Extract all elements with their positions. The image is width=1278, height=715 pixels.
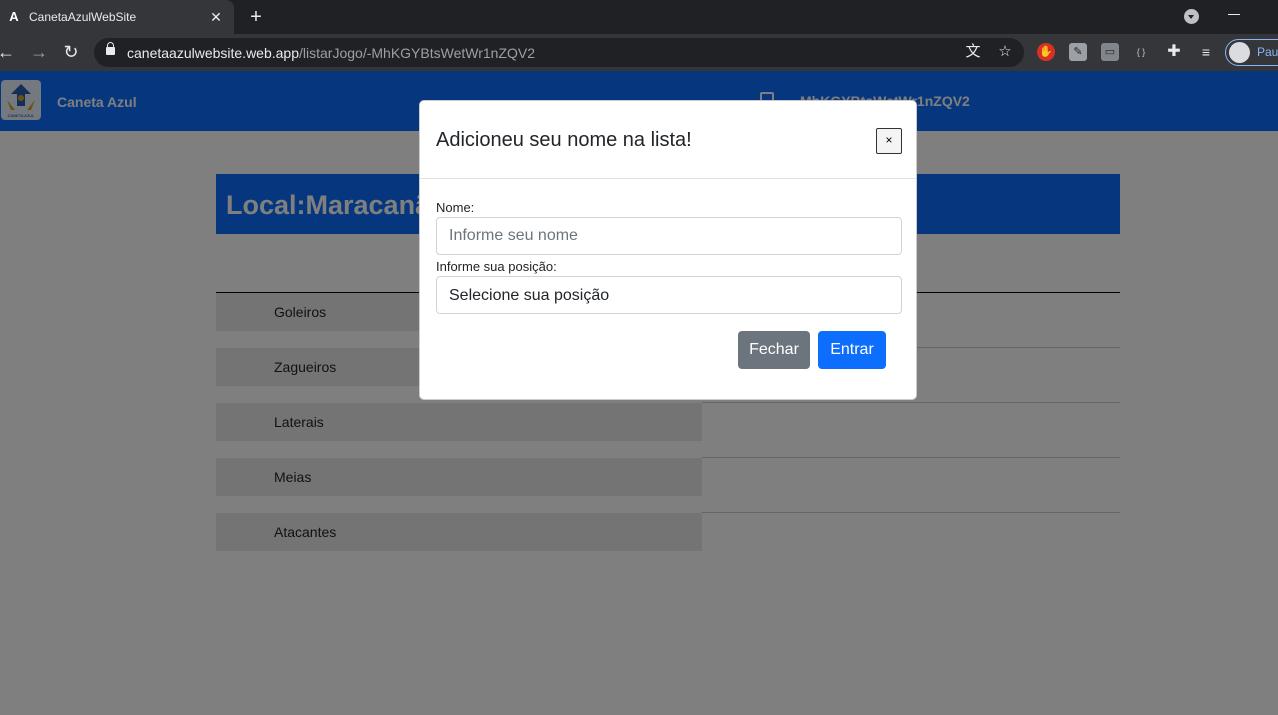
browser-tab[interactable]: A CanetaAzulWebSite ✕ [0,0,234,34]
angular-favicon-icon: A [9,9,19,24]
close-button[interactable]: Fechar [738,331,810,369]
translate-icon[interactable]: 文 [965,44,981,60]
puzzle-icon[interactable]: ✚ [1165,43,1183,61]
profile-label: Paus [1257,45,1278,59]
profile-button[interactable]: Paus [1225,39,1278,66]
adblock-extension-icon[interactable]: ✋ [1037,43,1055,61]
code-extension-icon[interactable]: { } [1132,43,1150,61]
url-path: /listarJogo/-MhKGYBtsWetWr1nZQV2 [299,45,536,61]
add-name-modal: Adicioneu seu nome na lista! × Nome: Inf… [419,100,917,400]
tab-search-icon[interactable] [1184,9,1199,24]
lock-icon[interactable] [106,42,115,55]
media-control-icon[interactable]: ≡ [1197,43,1215,61]
star-icon[interactable]: ☆ [997,44,1013,60]
close-icon[interactable]: × [876,128,902,154]
submit-button[interactable]: Entrar [818,331,886,369]
position-select-value: Selecione sua posição [449,287,610,304]
address-bar[interactable]: canetaazulwebsite.web.app/listarJogo/-Mh… [94,38,1024,67]
avatar [1229,42,1250,63]
extension-icon[interactable]: ✎ [1069,43,1087,61]
new-tab-button[interactable]: + [246,5,266,29]
name-label: Nome: [436,200,475,215]
arrow-left-icon[interactable]: ← [0,40,18,64]
position-select[interactable]: Selecione sua posição [436,276,902,314]
folder-extension-icon[interactable]: ▭ [1101,43,1119,61]
browser-toolbar: ← → ↻ canetaazulwebsite.web.app/listarJo… [0,34,1278,71]
browser-tab-strip: A CanetaAzulWebSite ✕ + [0,0,1278,34]
page-content: CANETA AZUL Caneta Azul MhKGYBtsWetWr1nZ… [0,71,1278,715]
minimize-icon[interactable] [1228,14,1240,15]
url-host: canetaazulwebsite.web.app [127,45,300,61]
arrow-right-icon[interactable]: → [27,40,51,64]
close-tab-icon[interactable]: ✕ [208,9,224,26]
modal-header: Adicioneu seu nome na lista! × [420,101,916,179]
position-label: Informe sua posição: [436,259,557,274]
tab-title: CanetaAzulWebSite [29,10,137,24]
modal-title: Adicioneu seu nome na lista! [436,129,692,151]
url-text[interactable]: canetaazulwebsite.web.app/listarJogo/-Mh… [127,45,535,61]
reload-icon[interactable]: ↻ [59,40,83,64]
name-input[interactable] [436,217,902,255]
